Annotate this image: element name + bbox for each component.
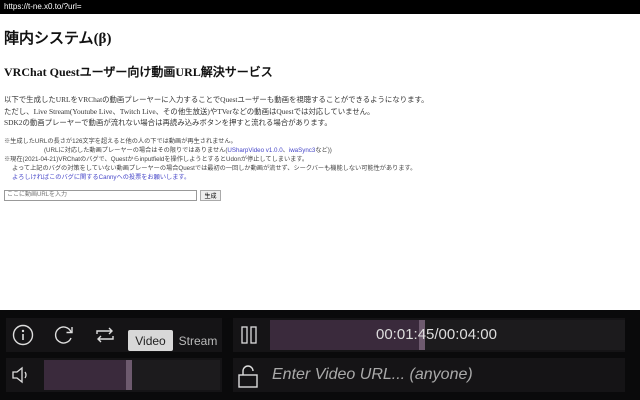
note-players: (URLに対応した動画プレーヤーの場合はその限りではありません(USharpVi… [4, 146, 636, 155]
iwasync3-link[interactable]: iwaSync3 [289, 147, 315, 154]
limitation-paragraph: ただし、Live Stream(Youtube Live、Twitch Live… [4, 106, 375, 116]
video-url-field[interactable]: Enter Video URL... (anyone) [272, 366, 473, 384]
time-display: 00:01:45/00:04:00 [376, 326, 497, 343]
title-text: 陣内システム [4, 30, 94, 47]
video-url-input[interactable] [4, 189, 197, 201]
video-player-controls: Video Stream 00:01:45/00:04:00 Enter Vid… [0, 310, 640, 400]
sdk2-paragraph: SDK2の動画プレーヤーで動画が流れない場合は再読み込みボタンを押すと流れる場合… [4, 118, 332, 127]
beta-label: (β) [93, 31, 112, 47]
loop-icon[interactable] [92, 322, 118, 348]
note-text: など)) [315, 146, 332, 154]
note-text: (URLに対応した動画プレーヤーの場合はその限りではありません( [44, 146, 228, 154]
volume-handle[interactable] [126, 360, 132, 390]
generate-button[interactable]: 生成 [200, 189, 221, 201]
video-mode-button[interactable]: Video [128, 330, 173, 351]
note-bug-detail: よって上記のバグの対策をしていない動画プレーヤーの場合Questでは最初の一回し… [12, 164, 417, 172]
stream-mode-button[interactable]: Stream [175, 330, 221, 351]
web-page: 陣内システム(β) VRChat Questユーザー向け動画URL解決サービス … [4, 14, 636, 201]
reload-icon[interactable] [51, 322, 77, 348]
url-text: https://t-ne.x0.to/?url= [4, 2, 82, 11]
page-subtitle: VRChat Questユーザー向け動画URL解決サービス [4, 65, 273, 79]
unlock-icon[interactable] [236, 362, 260, 390]
volume-fill [44, 360, 132, 390]
pause-icon[interactable] [237, 322, 261, 348]
usharpvideo-link[interactable]: USharpVideo v1.0.0 [227, 147, 282, 154]
speaker-icon[interactable] [8, 362, 34, 388]
note-length: ※生成したURLの長さが126文字を超えると他の人の下では動画が再生されません。 [4, 137, 237, 145]
address-bar[interactable]: https://t-ne.x0.to/?url= [0, 0, 640, 14]
page-title: 陣内システム(β) [4, 27, 636, 48]
info-icon[interactable] [10, 322, 36, 348]
url-form: 生成 [4, 189, 636, 201]
canny-vote-link[interactable]: よろしければこのバグに関するCannyへの投票をお願いします。 [12, 174, 190, 181]
volume-slider[interactable] [44, 360, 220, 390]
intro-paragraph: 以下で生成したURLをVRChatの動画プレーヤーに入力することでQuestユー… [4, 95, 429, 104]
note-bug: ※現在(2021-04-21)VRChatのバグで、Questからinputfi… [4, 155, 309, 163]
